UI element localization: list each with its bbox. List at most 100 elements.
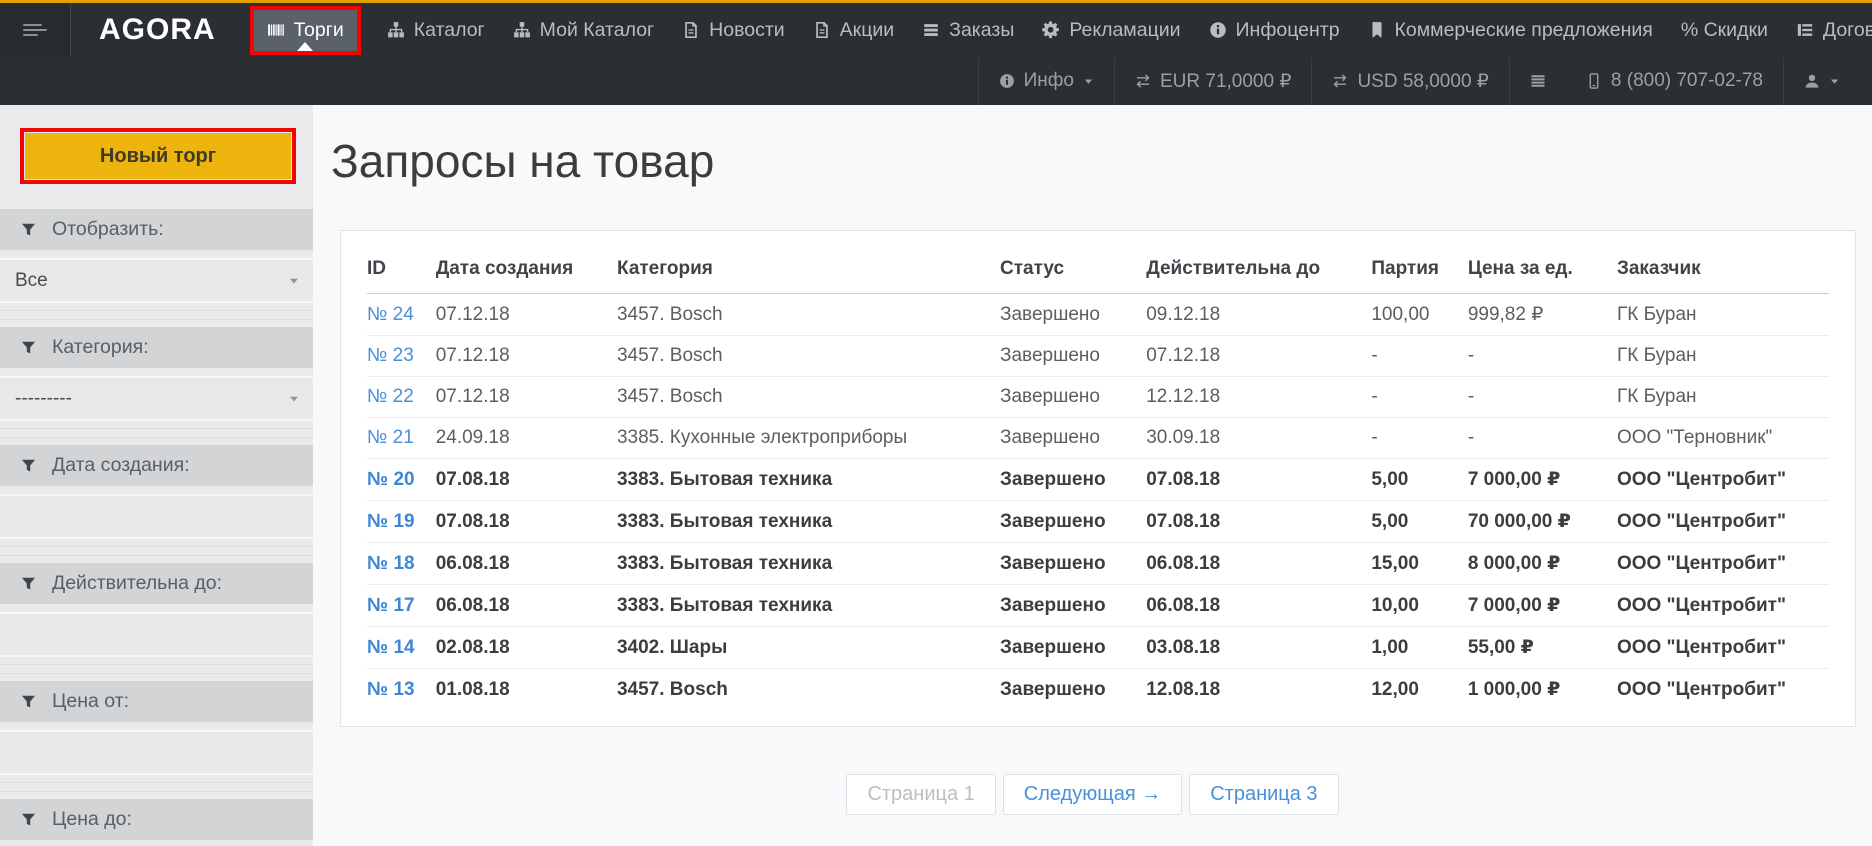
filter-select-display[interactable]: Все bbox=[0, 258, 313, 303]
nav-item-news[interactable]: Новости bbox=[680, 10, 787, 51]
cell-date: 07.08.18 bbox=[435, 500, 617, 543]
cell-id: № 17 bbox=[367, 584, 436, 627]
table-row: № 24 07.12.18 3457. Bosch Завершено 09.12.18… bbox=[367, 293, 1829, 336]
nav-item-claims[interactable]: Рекламации bbox=[1040, 10, 1182, 51]
selected-value: --------- bbox=[15, 387, 72, 409]
app-logo[interactable]: AGORA bbox=[99, 3, 216, 57]
column-header-status: Статус bbox=[1000, 241, 1147, 294]
cell-category: 3457. Bosch bbox=[616, 376, 1001, 418]
nav-item-trades[interactable]: Торги bbox=[253, 9, 357, 51]
nav-item-commercial-offers[interactable]: Коммерческие предложения bbox=[1366, 10, 1655, 51]
filter-separator bbox=[0, 782, 313, 792]
cell-id: № 14 bbox=[367, 626, 436, 669]
cell-status: Завершено bbox=[1000, 500, 1147, 543]
column-header-category: Категория bbox=[616, 241, 1001, 294]
cell-unit-price: 999,82 ₽ bbox=[1467, 293, 1617, 336]
cell-status: Завершено bbox=[1000, 678, 1106, 700]
pagination-next[interactable]: Следующая → bbox=[1002, 774, 1183, 815]
table-row: № 19 07.08.18 3383. Бытовая техника Заверше… bbox=[367, 500, 1829, 543]
bookmark-icon bbox=[1368, 21, 1386, 39]
cell-date: 06.08.18 bbox=[435, 542, 617, 585]
nav-item-promotions[interactable]: Акции bbox=[811, 10, 897, 51]
filter-input-price-from[interactable] bbox=[0, 730, 313, 775]
filter-label: Действительна до: bbox=[52, 572, 222, 594]
cell-id: № 19 bbox=[367, 500, 436, 543]
requests-panel: ID Дата создания Категория Статус Действител… bbox=[340, 230, 1856, 727]
filter-label: Цена от: bbox=[52, 690, 130, 712]
request-id-link[interactable]: № 19 bbox=[367, 511, 415, 532]
annotation-box-new-trade: Новый торг bbox=[20, 128, 296, 184]
nav-item-infocenter[interactable]: Инфоцентр bbox=[1207, 10, 1342, 51]
nav-item-label: Договоры bbox=[1822, 18, 1872, 41]
filter-header-price-from: Цена от: bbox=[0, 681, 313, 722]
filter-separator bbox=[0, 428, 313, 438]
cell-unit-price: 70 000,00 ₽ bbox=[1467, 500, 1617, 543]
nav-item-discounts[interactable]: % Скидки bbox=[1679, 10, 1770, 51]
cell-valid-until: 09.12.18 bbox=[1146, 293, 1372, 336]
cell-customer: ГК Буран bbox=[1616, 335, 1829, 377]
filter-input-date-created[interactable] bbox=[0, 494, 313, 539]
main-nav: Торги Каталог Мой Каталог Новости Акции Заказ… bbox=[249, 3, 1872, 57]
filter-list: Отобразить: Все Категория: --------- Дата со… bbox=[0, 209, 313, 846]
cell-category: 3385. Кухонные электроприборы bbox=[616, 417, 1001, 459]
request-id-link[interactable]: № 17 bbox=[367, 595, 415, 616]
nav-item-my-catalog[interactable]: Мой Каталог bbox=[511, 10, 657, 51]
pagination-page-1: Страница 1 bbox=[846, 774, 996, 815]
request-id-link[interactable]: № 21 bbox=[367, 427, 414, 448]
cell-valid-until: 06.08.18 bbox=[1146, 584, 1372, 627]
info-menu[interactable]: Инфо bbox=[979, 57, 1114, 105]
cell-unit-price: - bbox=[1467, 376, 1617, 418]
cell-category: 3457. Bosch bbox=[616, 335, 1001, 377]
column-header-batch: Партия bbox=[1371, 241, 1468, 294]
request-id-link[interactable]: № 24 bbox=[367, 304, 414, 325]
cell-customer: ООО "Центробит" bbox=[1616, 500, 1829, 543]
cell-category: 3383. Бытовая техника bbox=[616, 542, 1001, 585]
filter-select-category[interactable]: --------- bbox=[0, 376, 313, 421]
currency-rate-eur[interactable]: EUR 71,0000 ₽ bbox=[1115, 57, 1311, 105]
table-row: № 20 07.08.18 3383. Бытовая техника Заверше… bbox=[367, 458, 1829, 501]
cell-valid-until: 07.08.18 bbox=[1146, 500, 1372, 543]
cell-unit-price: 7 000,00 ₽ bbox=[1467, 584, 1617, 627]
user-menu[interactable] bbox=[1784, 57, 1860, 105]
funnel-icon bbox=[21, 340, 36, 355]
currency-rate-usd[interactable]: USD 58,0000 ₽ bbox=[1312, 57, 1508, 105]
cell-date: 06.08.18 bbox=[435, 584, 617, 627]
request-id-link[interactable]: № 22 bbox=[367, 386, 414, 407]
cell-status: Завершено bbox=[1000, 417, 1147, 459]
cell-id: № 13 bbox=[367, 669, 436, 711]
cell-status: Завершено bbox=[1000, 335, 1147, 377]
cell-batch: 15,00 bbox=[1371, 542, 1468, 585]
nav-item-label: Новости bbox=[709, 18, 785, 41]
cell-customer: ООО "Центробит" bbox=[1616, 584, 1829, 627]
hamburger-icon bbox=[23, 21, 47, 39]
nav-item-orders[interactable]: Заказы bbox=[920, 10, 1016, 51]
filter-separator bbox=[0, 664, 313, 674]
cell-valid-until: 07.12.18 bbox=[1146, 335, 1372, 377]
filter-label: Дата создания: bbox=[52, 454, 190, 476]
app: AGORA Торги Каталог Мой Каталог Новости Акци… bbox=[0, 0, 1872, 846]
cell-id: № 18 bbox=[367, 542, 436, 585]
cell-status: Завершено bbox=[1000, 584, 1147, 627]
menu-toggle-button[interactable] bbox=[0, 3, 71, 57]
request-id-link[interactable]: № 18 bbox=[367, 553, 415, 574]
cell-date: 01.08.18 bbox=[435, 678, 510, 700]
request-id-link[interactable]: № 13 bbox=[367, 679, 415, 700]
cell-status: Завершено bbox=[1000, 542, 1147, 585]
cell-date: 07.12.18 bbox=[435, 293, 617, 336]
table-body: № 24 07.12.18 3457. Bosch Завершено 09.12.18… bbox=[367, 293, 1829, 711]
filter-input-valid-until[interactable] bbox=[0, 612, 313, 657]
request-id-link[interactable]: № 20 bbox=[367, 469, 415, 490]
filter-label: Категория: bbox=[52, 336, 149, 358]
nav-item-catalog[interactable]: Каталог bbox=[385, 10, 487, 51]
new-trade-button[interactable]: Новый торг bbox=[25, 133, 291, 179]
nav-item-label: Акции bbox=[839, 18, 895, 41]
request-id-link[interactable]: № 14 bbox=[367, 637, 415, 658]
nav-item-label: Мой Каталог bbox=[539, 18, 655, 41]
nav-item-label: Заказы bbox=[949, 18, 1015, 41]
nav-item-contracts[interactable]: Договоры bbox=[1794, 10, 1872, 51]
table-row: № 23 07.12.18 3457. Bosch Завершено 07.12.18… bbox=[367, 335, 1829, 377]
support-phone: 8 (800) 707-02-78 bbox=[1566, 57, 1783, 105]
list-view-button[interactable] bbox=[1510, 57, 1566, 105]
request-id-link[interactable]: № 23 bbox=[367, 345, 414, 366]
pagination-page-3[interactable]: Страница 3 bbox=[1189, 774, 1339, 815]
